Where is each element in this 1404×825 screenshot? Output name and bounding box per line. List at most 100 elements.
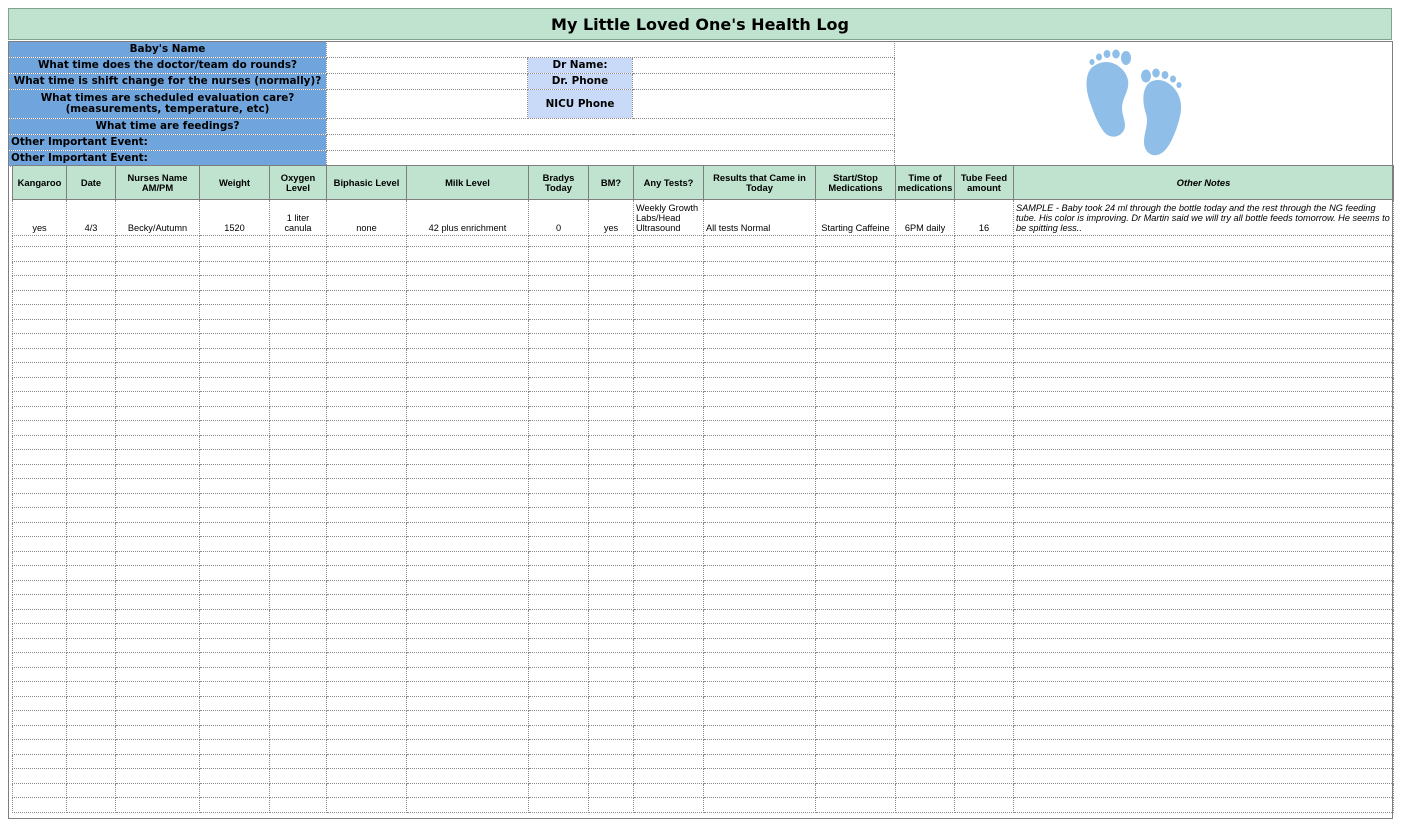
table-cell[interactable] <box>703 449 816 465</box>
table-cell[interactable] <box>66 347 116 363</box>
table-cell[interactable] <box>326 246 407 262</box>
table-cell[interactable] <box>954 710 1014 726</box>
table-cell[interactable] <box>633 710 704 726</box>
table-cell[interactable] <box>528 318 589 334</box>
table-cell[interactable] <box>66 246 116 262</box>
table-cell[interactable] <box>1013 695 1394 711</box>
table-cell[interactable] <box>66 666 116 682</box>
table-cell[interactable] <box>528 347 589 363</box>
table-cell[interactable] <box>703 594 816 610</box>
table-cell[interactable] <box>66 318 116 334</box>
table-cell[interactable] <box>528 695 589 711</box>
table-cell[interactable] <box>269 710 327 726</box>
table-cell[interactable] <box>269 434 327 450</box>
table-cell[interactable] <box>326 304 407 320</box>
table-cell[interactable] <box>954 289 1014 305</box>
table-cell[interactable] <box>66 391 116 407</box>
table-cell[interactable] <box>633 449 704 465</box>
table-cell[interactable]: 16 <box>954 199 1014 236</box>
table-cell[interactable] <box>326 782 407 798</box>
table-cell[interactable] <box>1013 652 1394 668</box>
table-cell[interactable] <box>66 376 116 392</box>
table-cell[interactable] <box>406 637 529 653</box>
table-cell[interactable] <box>703 797 816 813</box>
table-cell[interactable] <box>326 753 407 769</box>
table-cell[interactable] <box>12 797 67 813</box>
table-cell[interactable] <box>895 753 955 769</box>
table-cell[interactable] <box>66 681 116 697</box>
table-cell[interactable] <box>588 507 634 523</box>
table-cell[interactable] <box>269 449 327 465</box>
table-cell[interactable] <box>66 289 116 305</box>
table-cell[interactable] <box>588 463 634 479</box>
table-cell[interactable] <box>1013 362 1394 378</box>
table-cell[interactable] <box>633 362 704 378</box>
table-cell[interactable] <box>1013 478 1394 494</box>
table-cell[interactable] <box>954 753 1014 769</box>
table-cell[interactable] <box>12 579 67 595</box>
table-cell[interactable] <box>528 260 589 276</box>
table-cell[interactable] <box>895 434 955 450</box>
table-cell[interactable] <box>633 246 704 262</box>
table-cell[interactable] <box>199 753 270 769</box>
table-cell[interactable] <box>1013 492 1394 508</box>
table-cell[interactable] <box>528 652 589 668</box>
table-cell[interactable] <box>895 304 955 320</box>
table-cell[interactable] <box>815 550 896 566</box>
table-cell[interactable]: none <box>326 199 407 236</box>
table-cell[interactable] <box>815 434 896 450</box>
table-cell[interactable]: Weekly Growth Labs/Head Ultrasound <box>633 199 704 236</box>
nicu-phone-field[interactable] <box>632 89 895 119</box>
table-cell[interactable] <box>1013 434 1394 450</box>
table-cell[interactable] <box>633 579 704 595</box>
table-cell[interactable] <box>528 768 589 784</box>
table-cell[interactable] <box>406 652 529 668</box>
table-cell[interactable] <box>12 550 67 566</box>
table-cell[interactable] <box>633 782 704 798</box>
table-cell[interactable] <box>115 391 200 407</box>
table-cell[interactable] <box>633 550 704 566</box>
table-cell[interactable]: 1520 <box>199 199 270 236</box>
table-cell[interactable] <box>115 304 200 320</box>
table-cell[interactable] <box>406 391 529 407</box>
table-cell[interactable] <box>115 579 200 595</box>
table-cell[interactable] <box>406 710 529 726</box>
table-cell[interactable] <box>954 362 1014 378</box>
table-cell[interactable] <box>66 507 116 523</box>
table-cell[interactable] <box>1013 507 1394 523</box>
table-cell[interactable] <box>115 405 200 421</box>
table-cell[interactable] <box>954 478 1014 494</box>
table-cell[interactable] <box>269 623 327 639</box>
table-cell[interactable] <box>269 405 327 421</box>
table-cell[interactable] <box>199 594 270 610</box>
table-cell[interactable] <box>326 724 407 740</box>
table-cell[interactable] <box>326 637 407 653</box>
table-cell[interactable] <box>12 652 67 668</box>
table-cell[interactable] <box>954 637 1014 653</box>
table-cell[interactable] <box>528 492 589 508</box>
table-cell[interactable] <box>815 405 896 421</box>
table-cell[interactable] <box>895 275 955 291</box>
table-cell[interactable] <box>588 608 634 624</box>
table-cell[interactable] <box>326 333 407 349</box>
table-cell[interactable] <box>1013 275 1394 291</box>
table-cell[interactable] <box>1013 536 1394 552</box>
table-cell[interactable] <box>199 492 270 508</box>
table-cell[interactable] <box>115 521 200 537</box>
table-cell[interactable] <box>703 463 816 479</box>
table-cell[interactable] <box>12 492 67 508</box>
table-cell[interactable] <box>528 434 589 450</box>
table-cell[interactable] <box>588 391 634 407</box>
table-cell[interactable] <box>703 275 816 291</box>
table-cell[interactable] <box>269 724 327 740</box>
table-cell[interactable] <box>588 724 634 740</box>
table-cell[interactable] <box>588 260 634 276</box>
table-cell[interactable] <box>66 362 116 378</box>
table-cell[interactable] <box>1013 318 1394 334</box>
table-cell[interactable] <box>588 739 634 755</box>
table-cell[interactable] <box>406 318 529 334</box>
table-cell[interactable] <box>12 235 67 247</box>
table-cell[interactable] <box>269 507 327 523</box>
table-cell[interactable] <box>1013 594 1394 610</box>
table-cell[interactable] <box>895 739 955 755</box>
